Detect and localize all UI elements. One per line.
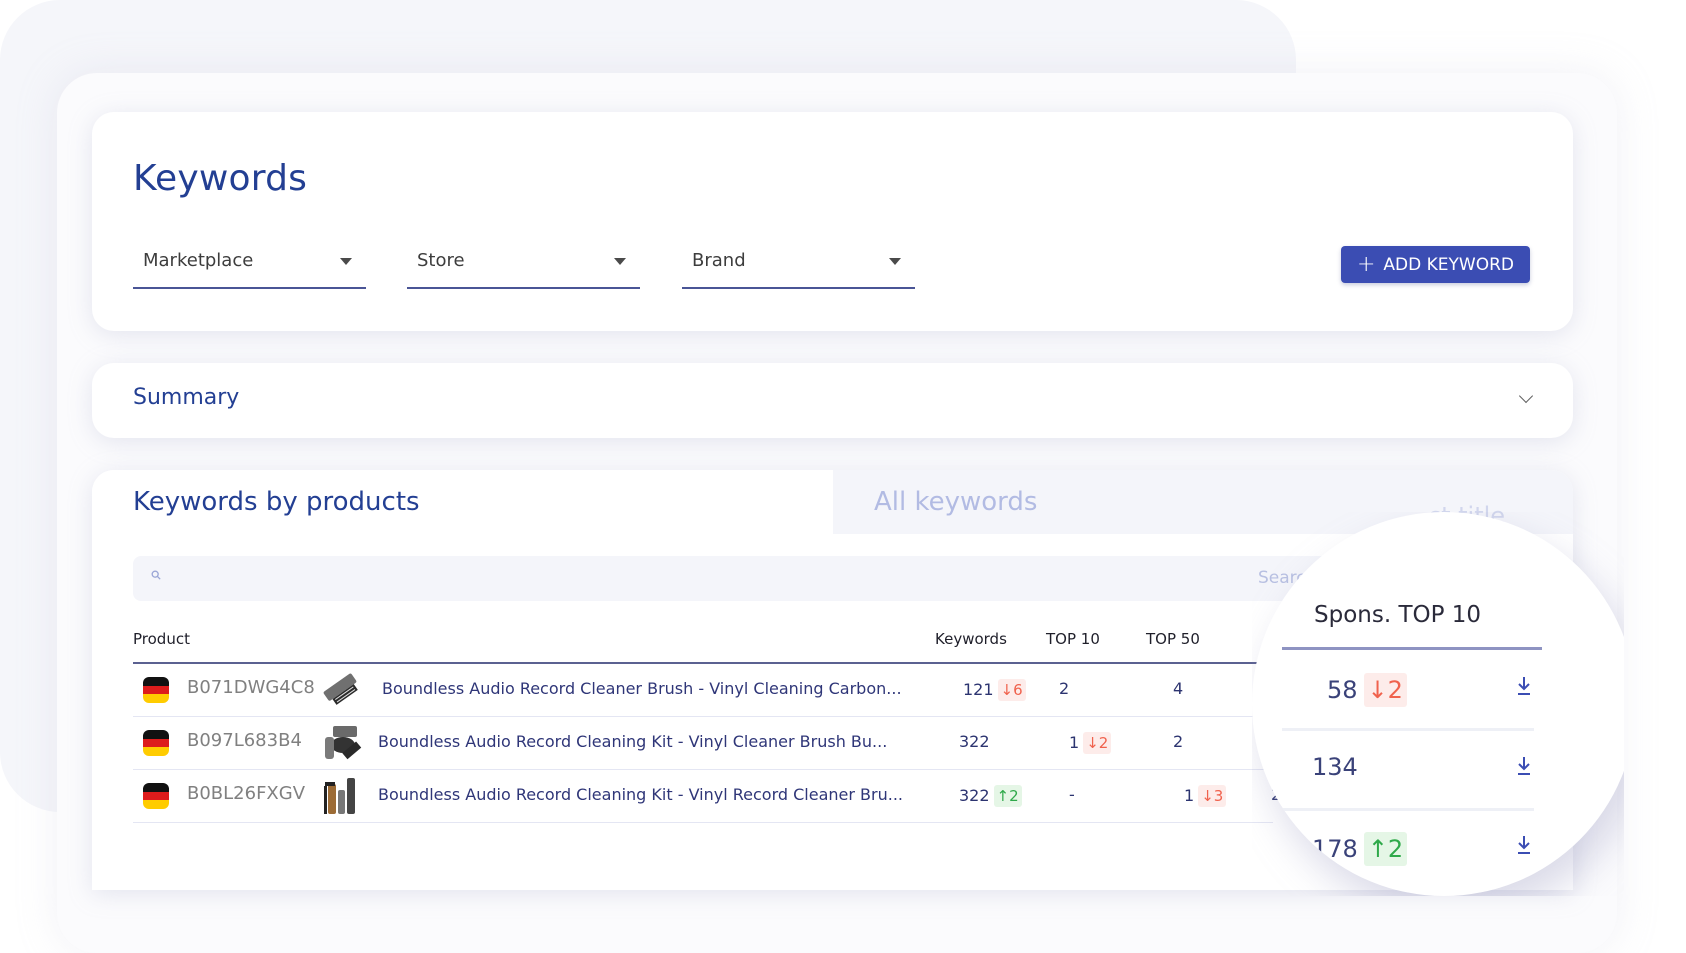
column-header-keywords[interactable]: Keywords — [935, 630, 1007, 648]
top10-count: 1 ↓2 — [1069, 732, 1112, 754]
store-dropdown[interactable]: Store — [407, 240, 640, 289]
spons-row: 134 — [1282, 731, 1534, 811]
table-row[interactable]: B097L683B4 Boundless Audio Record Cleani… — [133, 717, 1273, 770]
column-header-top10[interactable]: TOP 10 — [1046, 630, 1100, 648]
product-thumbnail — [325, 726, 362, 760]
asin: B071DWG4C8 — [187, 677, 315, 698]
top50-count: 4 — [1173, 679, 1184, 698]
spons-value: 58 ↓2 — [1327, 673, 1407, 707]
keywords-count: 121 ↓6 — [963, 679, 1026, 701]
top50-count: 2 — [1173, 732, 1184, 751]
table-row[interactable]: B0BL26FXGV Boundless Audio Record Cleani… — [133, 770, 1291, 823]
add-keyword-label: ADD KEYWORD — [1383, 254, 1515, 275]
keywords-value: 322 — [959, 786, 990, 805]
download-icon[interactable] — [1516, 755, 1532, 777]
spons-number: 178 — [1312, 835, 1358, 863]
product-title-link[interactable]: Boundless Audio Record Cleaning Kit - Vi… — [378, 732, 887, 751]
delta-badge: ↓2 — [1083, 732, 1112, 754]
search-icon — [151, 570, 161, 580]
keywords-value: 121 — [963, 680, 994, 699]
table-header: Product Keywords TOP 10 TOP 50 TC — [133, 620, 1285, 664]
spons-row: 58 ↓2 — [1282, 651, 1534, 731]
asin: B097L683B4 — [187, 730, 302, 751]
tab-keywords-by-products[interactable]: Keywords by products — [92, 470, 833, 534]
column-header-spons-top10[interactable]: Spons. TOP 10 — [1314, 602, 1481, 628]
tab-label: Keywords by products — [133, 487, 420, 517]
caret-down-icon — [889, 258, 901, 265]
asin: B0BL26FXGV — [187, 783, 306, 804]
tab-label: All keywords — [874, 487, 1038, 517]
top10-count: - — [1069, 785, 1075, 804]
brand-dropdown[interactable]: Brand — [682, 240, 915, 289]
germany-flag-icon — [143, 730, 169, 756]
store-dropdown-label: Store — [417, 250, 465, 271]
column-header-top50[interactable]: TOP 50 — [1146, 630, 1200, 648]
spons-number: 58 — [1327, 676, 1358, 704]
caret-down-icon — [340, 258, 352, 265]
summary-title: Summary — [133, 385, 240, 410]
product-title-link[interactable]: Boundless Audio Record Cleaner Brush - V… — [382, 679, 902, 698]
marketplace-dropdown[interactable]: Marketplace — [133, 240, 366, 289]
add-keyword-button[interactable]: + ADD KEYWORD — [1341, 246, 1530, 283]
download-icon[interactable] — [1516, 675, 1532, 697]
spons-row: 178 ↑2 — [1282, 810, 1534, 890]
germany-flag-icon — [143, 677, 169, 703]
germany-flag-icon — [143, 783, 169, 809]
product-title-link[interactable]: Boundless Audio Record Cleaning Kit - Vi… — [378, 785, 903, 804]
delta-badge: ↑2 — [993, 785, 1022, 807]
delta-badge: ↓3 — [1198, 785, 1227, 807]
download-icon[interactable] — [1516, 834, 1532, 856]
summary-section[interactable]: Summary — [92, 363, 1573, 438]
keywords-count: 322 — [959, 732, 990, 751]
magnifier-callout: Spons. TOP 10 58 ↓2 134 178 ↑2 — [1252, 512, 1624, 896]
products-table: Product Keywords TOP 10 TOP 50 TC B071DW… — [133, 620, 1291, 823]
marketplace-dropdown-label: Marketplace — [143, 250, 254, 271]
spons-value: 178 ↑2 — [1312, 832, 1408, 866]
table-row[interactable]: B071DWG4C8 Boundless Audio Record Cleane… — [133, 664, 1273, 717]
column-header-product[interactable]: Product — [133, 630, 190, 648]
spons-value: 134 — [1312, 753, 1358, 781]
plus-icon: + — [1356, 251, 1376, 277]
brand-dropdown-label: Brand — [692, 250, 746, 271]
delta-badge: ↓2 — [1363, 673, 1407, 707]
top50-value: 1 — [1184, 786, 1195, 805]
top10-count: 2 — [1059, 679, 1070, 698]
top50-count: 1 ↓3 — [1184, 785, 1227, 807]
keywords-header-card: Keywords Marketplace Store Brand + ADD K… — [92, 112, 1573, 331]
product-thumbnail — [323, 673, 358, 705]
chevron-down-icon[interactable] — [1518, 388, 1534, 404]
page-title: Keywords — [133, 158, 308, 199]
header-divider — [1282, 647, 1542, 650]
top10-value: 1 — [1069, 733, 1080, 752]
delta-badge: ↓6 — [997, 679, 1026, 701]
keywords-count: 322 ↑2 — [959, 785, 1022, 807]
product-thumbnail — [324, 778, 355, 814]
caret-down-icon — [614, 258, 626, 265]
delta-badge: ↑2 — [1363, 832, 1408, 866]
